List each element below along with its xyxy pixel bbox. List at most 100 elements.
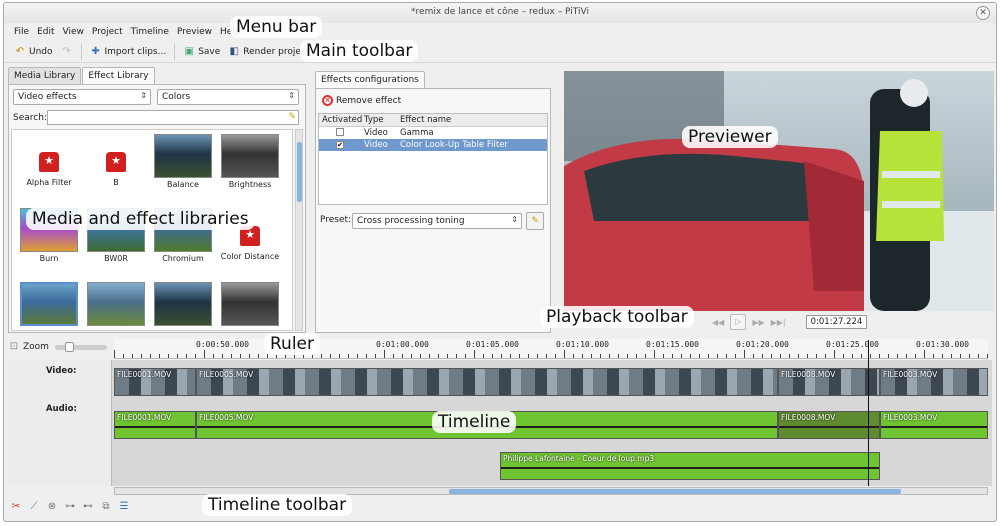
ruler-tick	[393, 354, 394, 358]
unlink-icon[interactable]: ⊶	[64, 501, 76, 513]
video-clip[interactable]: FILE0001.MOV	[114, 368, 196, 396]
link-icon[interactable]: ⊷	[82, 501, 94, 513]
ruler-tick	[654, 350, 655, 358]
ruler-tick	[600, 354, 601, 358]
menu-project[interactable]: Project	[88, 23, 127, 41]
split-icon[interactable]: ✂	[10, 501, 22, 513]
ruler-tick	[366, 354, 367, 358]
ruler-time-label: 0:01:20.000	[736, 340, 789, 349]
category-select[interactable]: Video effects ⇕	[13, 89, 151, 105]
effect-item[interactable]	[217, 282, 283, 328]
redo-button[interactable]: ↷	[57, 44, 77, 60]
import-label: Import clips...	[104, 46, 167, 57]
undo-label: Undo	[29, 46, 53, 57]
activated-checkbox[interactable]: ✔	[336, 141, 344, 149]
video-clip[interactable]: FILE0005.MOV	[196, 368, 778, 396]
ruler-tick	[942, 354, 943, 358]
ruler-time-label: 0:01:05.000	[466, 340, 519, 349]
ruler-tick	[897, 354, 898, 358]
tab-effects-configurations[interactable]: Effects configurations	[315, 71, 425, 88]
keyframe-icon[interactable]: ⟋	[28, 501, 40, 513]
menu-view[interactable]: View	[59, 23, 88, 41]
app-window: *remix de lance et cône – redux – PiTiVi…	[3, 2, 997, 522]
ruler-tick	[258, 354, 259, 358]
delete-icon[interactable]: ⊗	[46, 501, 58, 513]
effect-thumbnail	[154, 282, 212, 326]
scroll-thumb[interactable]	[297, 142, 302, 202]
menu-edit[interactable]: Edit	[33, 23, 58, 41]
effect-item[interactable]: Balance	[150, 134, 216, 189]
ruler-tick	[879, 354, 880, 358]
zoom-slider[interactable]	[54, 341, 107, 352]
zoom-icon: ⊡	[9, 341, 19, 352]
close-icon[interactable]: ✕	[976, 6, 990, 20]
play-button[interactable]: ▷	[730, 314, 747, 330]
menu-preview[interactable]: Preview	[173, 23, 216, 41]
rewind-icon[interactable]: ◀◀	[712, 318, 724, 327]
col-effect-name[interactable]: Effect name	[397, 114, 454, 126]
subcategory-select[interactable]: Colors ⇕	[157, 89, 299, 105]
ruler-time-label: 0:01:10.000	[556, 340, 609, 349]
clip-name: Philippe Lafontaine - Coeur de loup.mp3	[503, 454, 655, 463]
preset-select[interactable]: Cross processing toning ⇕	[352, 213, 522, 229]
toolbar-separator	[80, 43, 82, 60]
previewer[interactable]	[564, 71, 994, 311]
timecode-field[interactable]: 0:01:27.224	[805, 315, 868, 329]
audio-clip[interactable]: FILE0008.MOV	[778, 411, 880, 439]
align-icon[interactable]: ☰	[118, 501, 130, 513]
undo-button[interactable]: ↶ Undo	[10, 44, 57, 60]
effect-item[interactable]	[83, 282, 149, 328]
save-button[interactable]: ▣ Save	[179, 44, 224, 60]
end-icon[interactable]: ▶▶|	[771, 318, 786, 327]
music-clip[interactable]: Philippe Lafontaine - Coeur de loup.mp3	[500, 452, 880, 480]
effect-item[interactable]: Alpha Filter	[16, 134, 82, 187]
audio-clip[interactable]: FILE0001.MOV	[114, 411, 196, 439]
ruler-tick	[348, 354, 349, 358]
window-title: *remix de lance et cône – redux – PiTiVi	[411, 7, 589, 17]
ruler[interactable]: 0:00:50.000 0:01:00.000 0:01:05.000 0:01:10…	[114, 339, 988, 359]
library-scrollbar[interactable]	[295, 129, 303, 331]
effect-item[interactable]	[16, 282, 82, 328]
audio-clip[interactable]: FILE0003.MOV	[880, 411, 988, 439]
menu-timeline[interactable]: Timeline	[127, 23, 173, 41]
group-icon[interactable]: ⧉	[100, 501, 112, 513]
scroll-thumb[interactable]	[449, 489, 901, 494]
zoom-slider-knob[interactable]	[64, 341, 74, 352]
import-clips-button[interactable]: ✚ Import clips...	[86, 44, 171, 60]
remove-effect-label: Remove effect	[336, 95, 402, 106]
video-clip[interactable]: FILE0008.MOV	[778, 368, 880, 396]
table-row[interactable]: Video Gamma	[319, 127, 547, 139]
playhead[interactable]	[868, 340, 869, 486]
col-type[interactable]: Type	[361, 114, 397, 126]
spin-icon: ⇕	[288, 91, 295, 100]
effect-grid: Alpha Filter B Balance Brightness Burn BW0R Ch…	[11, 129, 293, 331]
ruler-tick	[420, 354, 421, 358]
preset-clear-button[interactable]: ✎	[526, 212, 544, 230]
clear-icon[interactable]: ✎	[288, 112, 296, 122]
ruler-tick	[789, 354, 790, 358]
search-input[interactable]: ✎	[47, 110, 299, 125]
effect-name: B	[113, 178, 119, 187]
effect-item[interactable]	[150, 282, 216, 328]
ruler-tick	[708, 354, 709, 358]
redo-icon: ↷	[62, 45, 71, 57]
activated-checkbox[interactable]	[336, 127, 344, 136]
ruler-tick	[267, 354, 268, 358]
clip-name: FILE0003.MOV	[883, 413, 938, 422]
ruler-tick	[492, 354, 493, 358]
video-clip[interactable]: FILE0003.MOV	[880, 368, 988, 396]
ruler-tick	[501, 354, 502, 358]
table-row[interactable]: ✔ Video Color Look-Up Table Filter	[319, 139, 547, 151]
effect-item[interactable]: Brightness	[217, 134, 283, 189]
ruler-tick	[357, 354, 358, 358]
effect-item[interactable]: B	[83, 134, 149, 187]
ruler-tick	[825, 354, 826, 358]
menu-file[interactable]: File	[10, 23, 33, 41]
tab-media-library[interactable]: Media Library	[8, 67, 82, 84]
forward-icon[interactable]: ▶▶	[752, 318, 764, 327]
ruler-tick	[780, 354, 781, 358]
remove-icon: ×	[322, 95, 333, 106]
col-activated[interactable]: Activated	[319, 114, 362, 126]
tab-effect-library[interactable]: Effect Library	[82, 67, 155, 84]
remove-effect-button[interactable]: × Remove effect	[322, 95, 401, 106]
